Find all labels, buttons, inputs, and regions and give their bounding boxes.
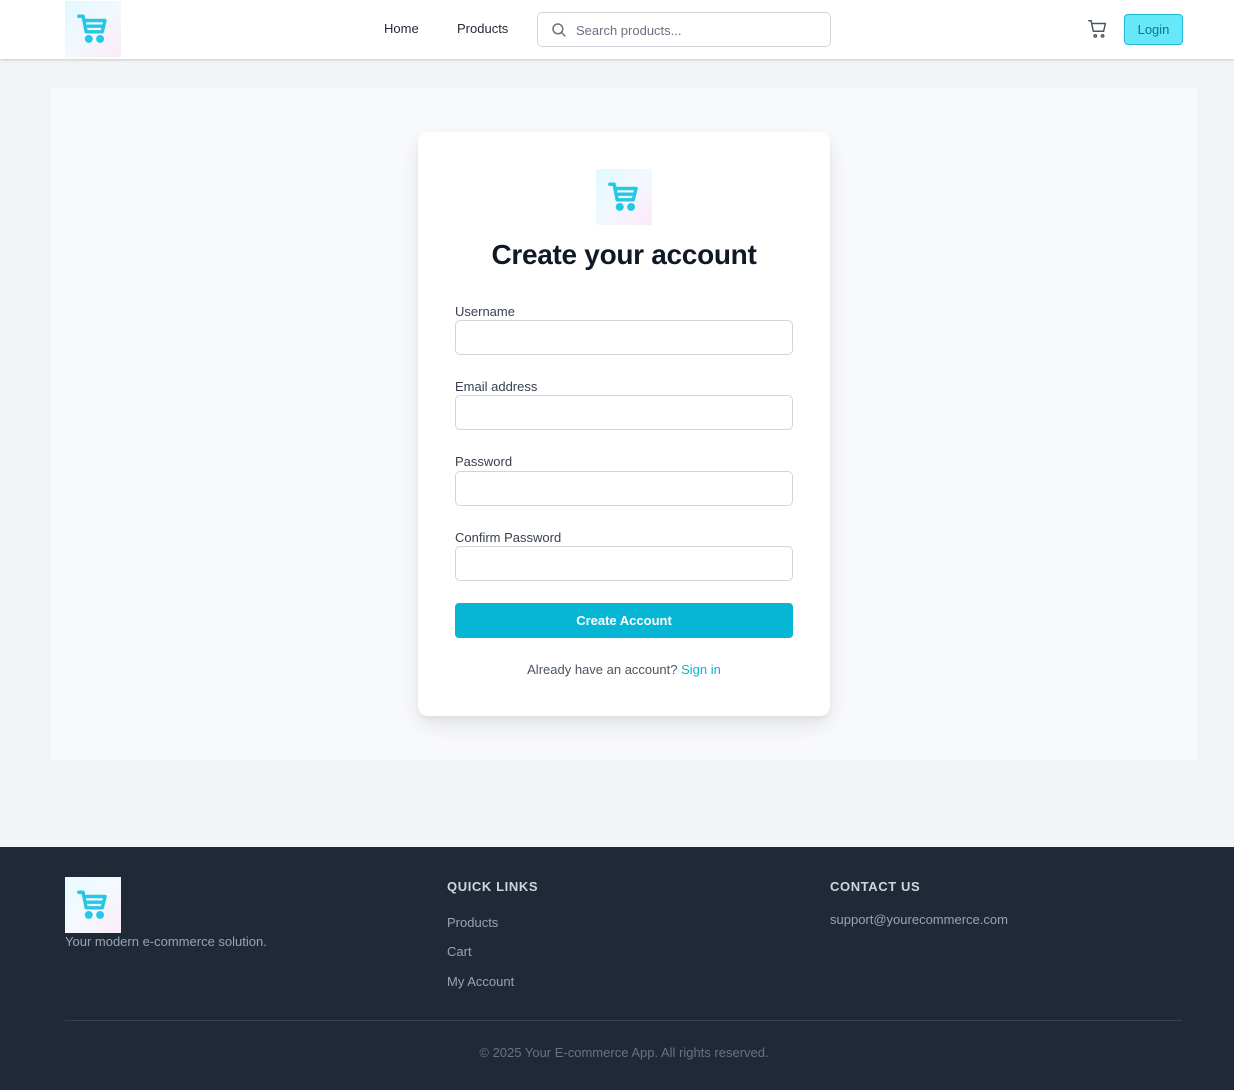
signup-card: Create your account Username Email addre… [418,132,830,716]
shopping-cart-icon [608,182,638,211]
confirm-password-field[interactable] [455,546,793,581]
quick-links-heading: QUICK LINKS [447,879,539,894]
email-field[interactable] [455,395,793,430]
shopping-cart-icon [77,14,107,43]
footer-tagline: Your modern e-commerce solution. [65,934,267,949]
signin-link[interactable]: Sign in [681,662,721,677]
login-button[interactable]: Login [1124,14,1183,45]
username-label: Username [455,304,515,319]
signin-prompt-row: Already have an account? Sign in [418,662,830,677]
create-account-button[interactable]: Create Account [455,603,793,638]
footer-divider [65,1020,1182,1021]
email-label: Email address [455,379,538,394]
search-icon [552,23,566,37]
site-logo[interactable] [65,1,121,57]
top-navbar: Home Products Login [0,0,1234,59]
footer-link-products[interactable]: Products [447,915,498,930]
signup-logo [596,169,652,225]
nav-link-products[interactable]: Products [457,21,508,36]
shopping-cart-icon [77,890,107,919]
footer-link-cart[interactable]: Cart [447,944,472,959]
footer-logo [65,877,121,933]
copyright-text: © 2025 Your E-commerce App. All rights r… [479,1045,769,1060]
username-field[interactable] [455,320,793,355]
contact-email: support@yourecommerce.com [830,912,1008,927]
signin-prompt-text: Already have an account? [527,662,678,677]
footer-link-my-account[interactable]: My Account [447,974,514,989]
password-label: Password [455,454,513,469]
cart-icon [1088,20,1107,38]
password-field[interactable] [455,471,793,506]
page-title: Create your account [491,239,757,270]
site-footer: Your modern e-commerce solution. QUICK L… [0,847,1234,1090]
search-input[interactable] [576,19,821,41]
confirm-password-label: Confirm Password [455,530,562,545]
nav-link-home[interactable]: Home [384,21,419,36]
contact-heading: CONTACT US [830,879,921,894]
cart-button[interactable] [1087,18,1109,40]
search-bar [537,12,831,47]
